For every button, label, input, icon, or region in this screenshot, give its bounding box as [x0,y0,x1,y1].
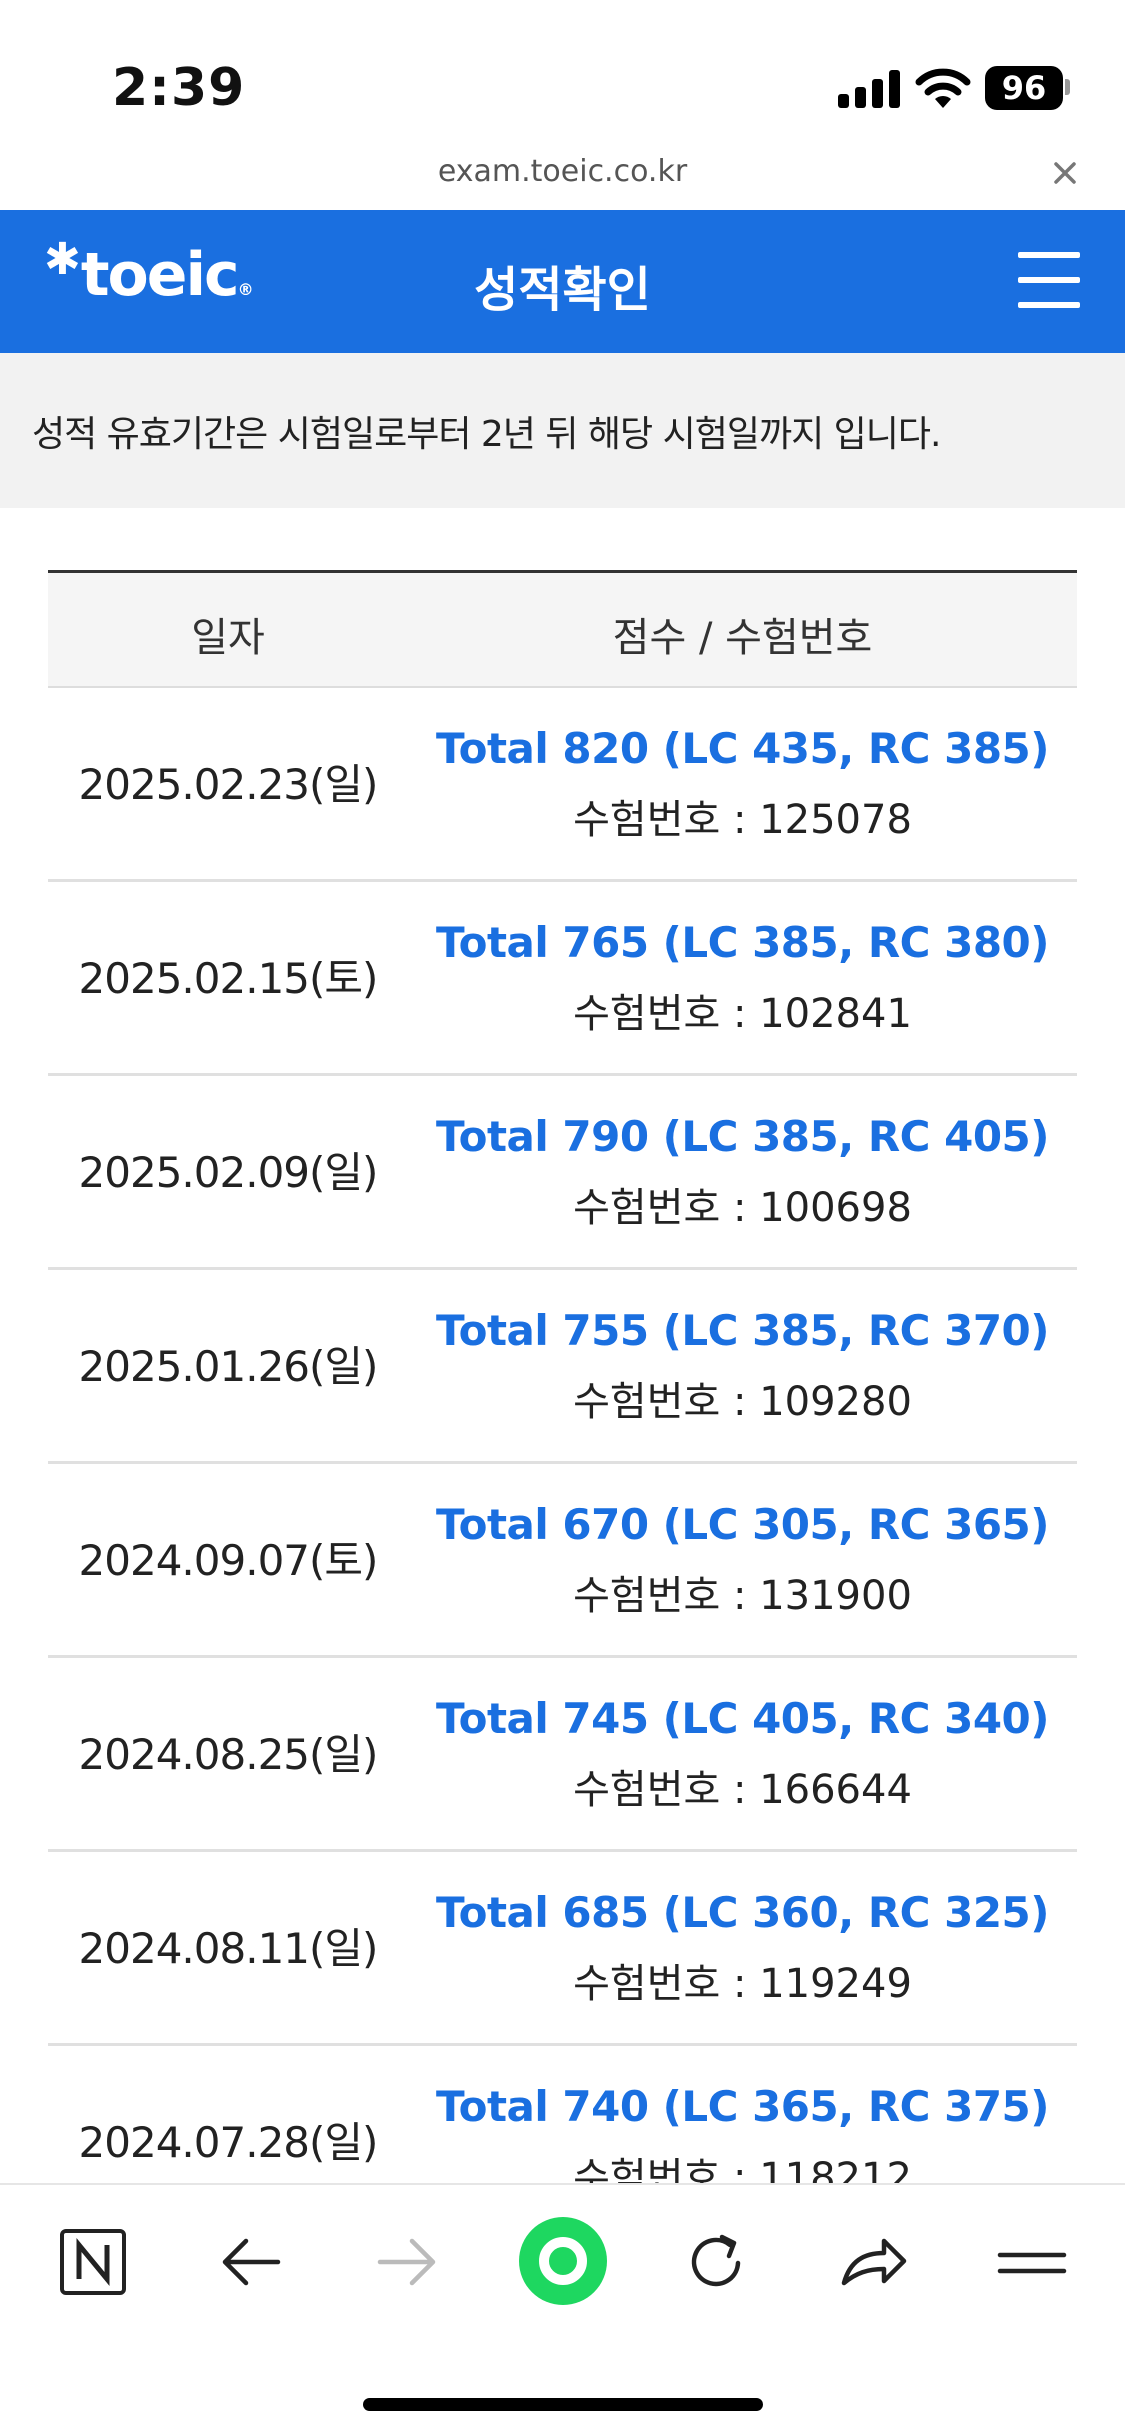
battery-icon: 96 [985,66,1063,110]
total-score-link[interactable]: Total 745 (LC 405, RC 340) [408,1694,1077,1743]
exam-number: 수험번호 : 109280 [408,1369,1077,1427]
wifi-icon [915,68,971,108]
close-icon[interactable] [1048,156,1082,190]
naver-n-icon[interactable] [48,2217,138,2307]
header-date: 일자 [191,615,265,661]
exam-number: 수험번호 : 125078 [408,787,1077,845]
status-time: 2:39 [112,58,246,118]
forward-arrow-icon[interactable] [362,2217,452,2307]
table-body: 2025.02.23(일) Total 820 (LC 435, RC 385) 수… [48,688,1077,2240]
row-score-cell: Total 685 (LC 360, RC 325) 수험번호 : 119249 [408,1888,1077,2009]
total-score-link[interactable]: Total 790 (LC 385, RC 405) [408,1112,1077,1161]
browser-toolbar [0,2183,1125,2436]
exam-number-value: 109280 [759,1379,912,1425]
row-score-cell: Total 790 (LC 385, RC 405) 수험번호 : 100698 [408,1112,1077,1233]
row-score-cell: Total 755 (LC 385, RC 370) 수험번호 : 109280 [408,1306,1077,1427]
status-bar: 2:39 96 [0,0,1125,150]
header-score: 점수 / 수험번호 [612,615,873,661]
exam-number-value: 131900 [759,1573,912,1619]
share-icon[interactable] [828,2217,918,2307]
total-score-link[interactable]: Total 820 (LC 435, RC 385) [408,724,1077,773]
total-score-link[interactable]: Total 685 (LC 360, RC 325) [408,1888,1077,1937]
exam-number: 수험번호 : 102841 [408,981,1077,1039]
exam-number: 수험번호 : 131900 [408,1563,1077,1621]
row-date: 2025.02.23(일) [78,760,379,809]
exam-number-label: 수험번호 : [573,1379,760,1425]
table-header: 일자 점수 / 수험번호 [48,570,1077,688]
url-text[interactable]: exam.toeic.co.kr [0,154,1125,189]
exam-number-label: 수험번호 : [573,1767,760,1813]
table-row: 2024.09.07(토) Total 670 (LC 305, RC 365) 수… [48,1464,1077,1658]
exam-number-value: 102841 [759,991,912,1037]
exam-number-label: 수험번호 : [573,1961,760,2007]
total-score-link[interactable]: Total 740 (LC 365, RC 375) [408,2082,1077,2131]
total-score-link[interactable]: Total 765 (LC 385, RC 380) [408,918,1077,967]
reload-icon[interactable] [672,2217,762,2307]
row-date: 2024.08.25(일) [78,1730,379,1779]
exam-number: 수험번호 : 119249 [408,1951,1077,2009]
battery-tip [1065,79,1070,95]
table-row: 2025.02.15(토) Total 765 (LC 385, RC 380) 수… [48,882,1077,1076]
exam-number-label: 수험번호 : [573,991,760,1037]
exam-number-value: 100698 [759,1185,912,1231]
exam-number: 수험번호 : 166644 [408,1757,1077,1815]
row-date: 2025.01.26(일) [78,1342,379,1391]
home-indicator [363,2398,763,2411]
hamburger-menu-icon[interactable] [1018,252,1080,308]
row-date: 2024.08.11(일) [78,1924,379,1973]
table-row: 2024.08.25(일) Total 745 (LC 405, RC 340) 수… [48,1658,1077,1852]
exam-number-label: 수험번호 : [573,797,760,843]
exam-number-label: 수험번호 : [573,1573,760,1619]
score-table: 일자 점수 / 수험번호 2025.02.23(일) Total 820 (LC … [48,570,1077,2240]
exam-number-label: 수험번호 : [573,1185,760,1231]
total-score-link[interactable]: Total 755 (LC 385, RC 370) [408,1306,1077,1355]
row-date: 2025.02.09(일) [78,1148,379,1197]
exam-number-value: 166644 [759,1767,912,1813]
table-row: 2025.01.26(일) Total 755 (LC 385, RC 370) 수… [48,1270,1077,1464]
exam-number-value: 119249 [759,1961,912,2007]
table-row: 2025.02.09(일) Total 790 (LC 385, RC 405) 수… [48,1076,1077,1270]
total-score-link[interactable]: Total 670 (LC 305, RC 365) [408,1500,1077,1549]
exam-number: 수험번호 : 100698 [408,1175,1077,1233]
validity-notice: 성적 유효기간은 시험일로부터 2년 뒤 해당 시험일까지 입니다. [0,353,1125,508]
menu-icon[interactable] [987,2217,1077,2307]
back-arrow-icon[interactable] [206,2217,296,2307]
exam-number-value: 125078 [759,797,912,843]
site-header: ✱toeic® 성적확인 [0,210,1125,353]
row-date: 2024.09.07(토) [78,1536,379,1585]
row-score-cell: Total 670 (LC 305, RC 365) 수험번호 : 131900 [408,1500,1077,1621]
row-date: 2025.02.15(토) [78,954,379,1003]
page-title: 성적확인 [474,262,651,318]
row-score-cell: Total 745 (LC 405, RC 340) 수험번호 : 166644 [408,1694,1077,1815]
cellular-signal-icon [838,70,900,108]
row-score-cell: Total 820 (LC 435, RC 385) 수험번호 : 125078 [408,724,1077,845]
row-score-cell: Total 765 (LC 385, RC 380) 수험번호 : 102841 [408,918,1077,1039]
browser-url-bar[interactable]: exam.toeic.co.kr [0,150,1125,210]
green-dot-icon[interactable] [517,2215,609,2307]
table-row: 2024.08.11(일) Total 685 (LC 360, RC 325) 수… [48,1852,1077,2046]
notice-text: 성적 유효기간은 시험일로부터 2년 뒤 해당 시험일까지 입니다. [32,414,941,455]
table-row: 2025.02.23(일) Total 820 (LC 435, RC 385) 수… [48,688,1077,882]
